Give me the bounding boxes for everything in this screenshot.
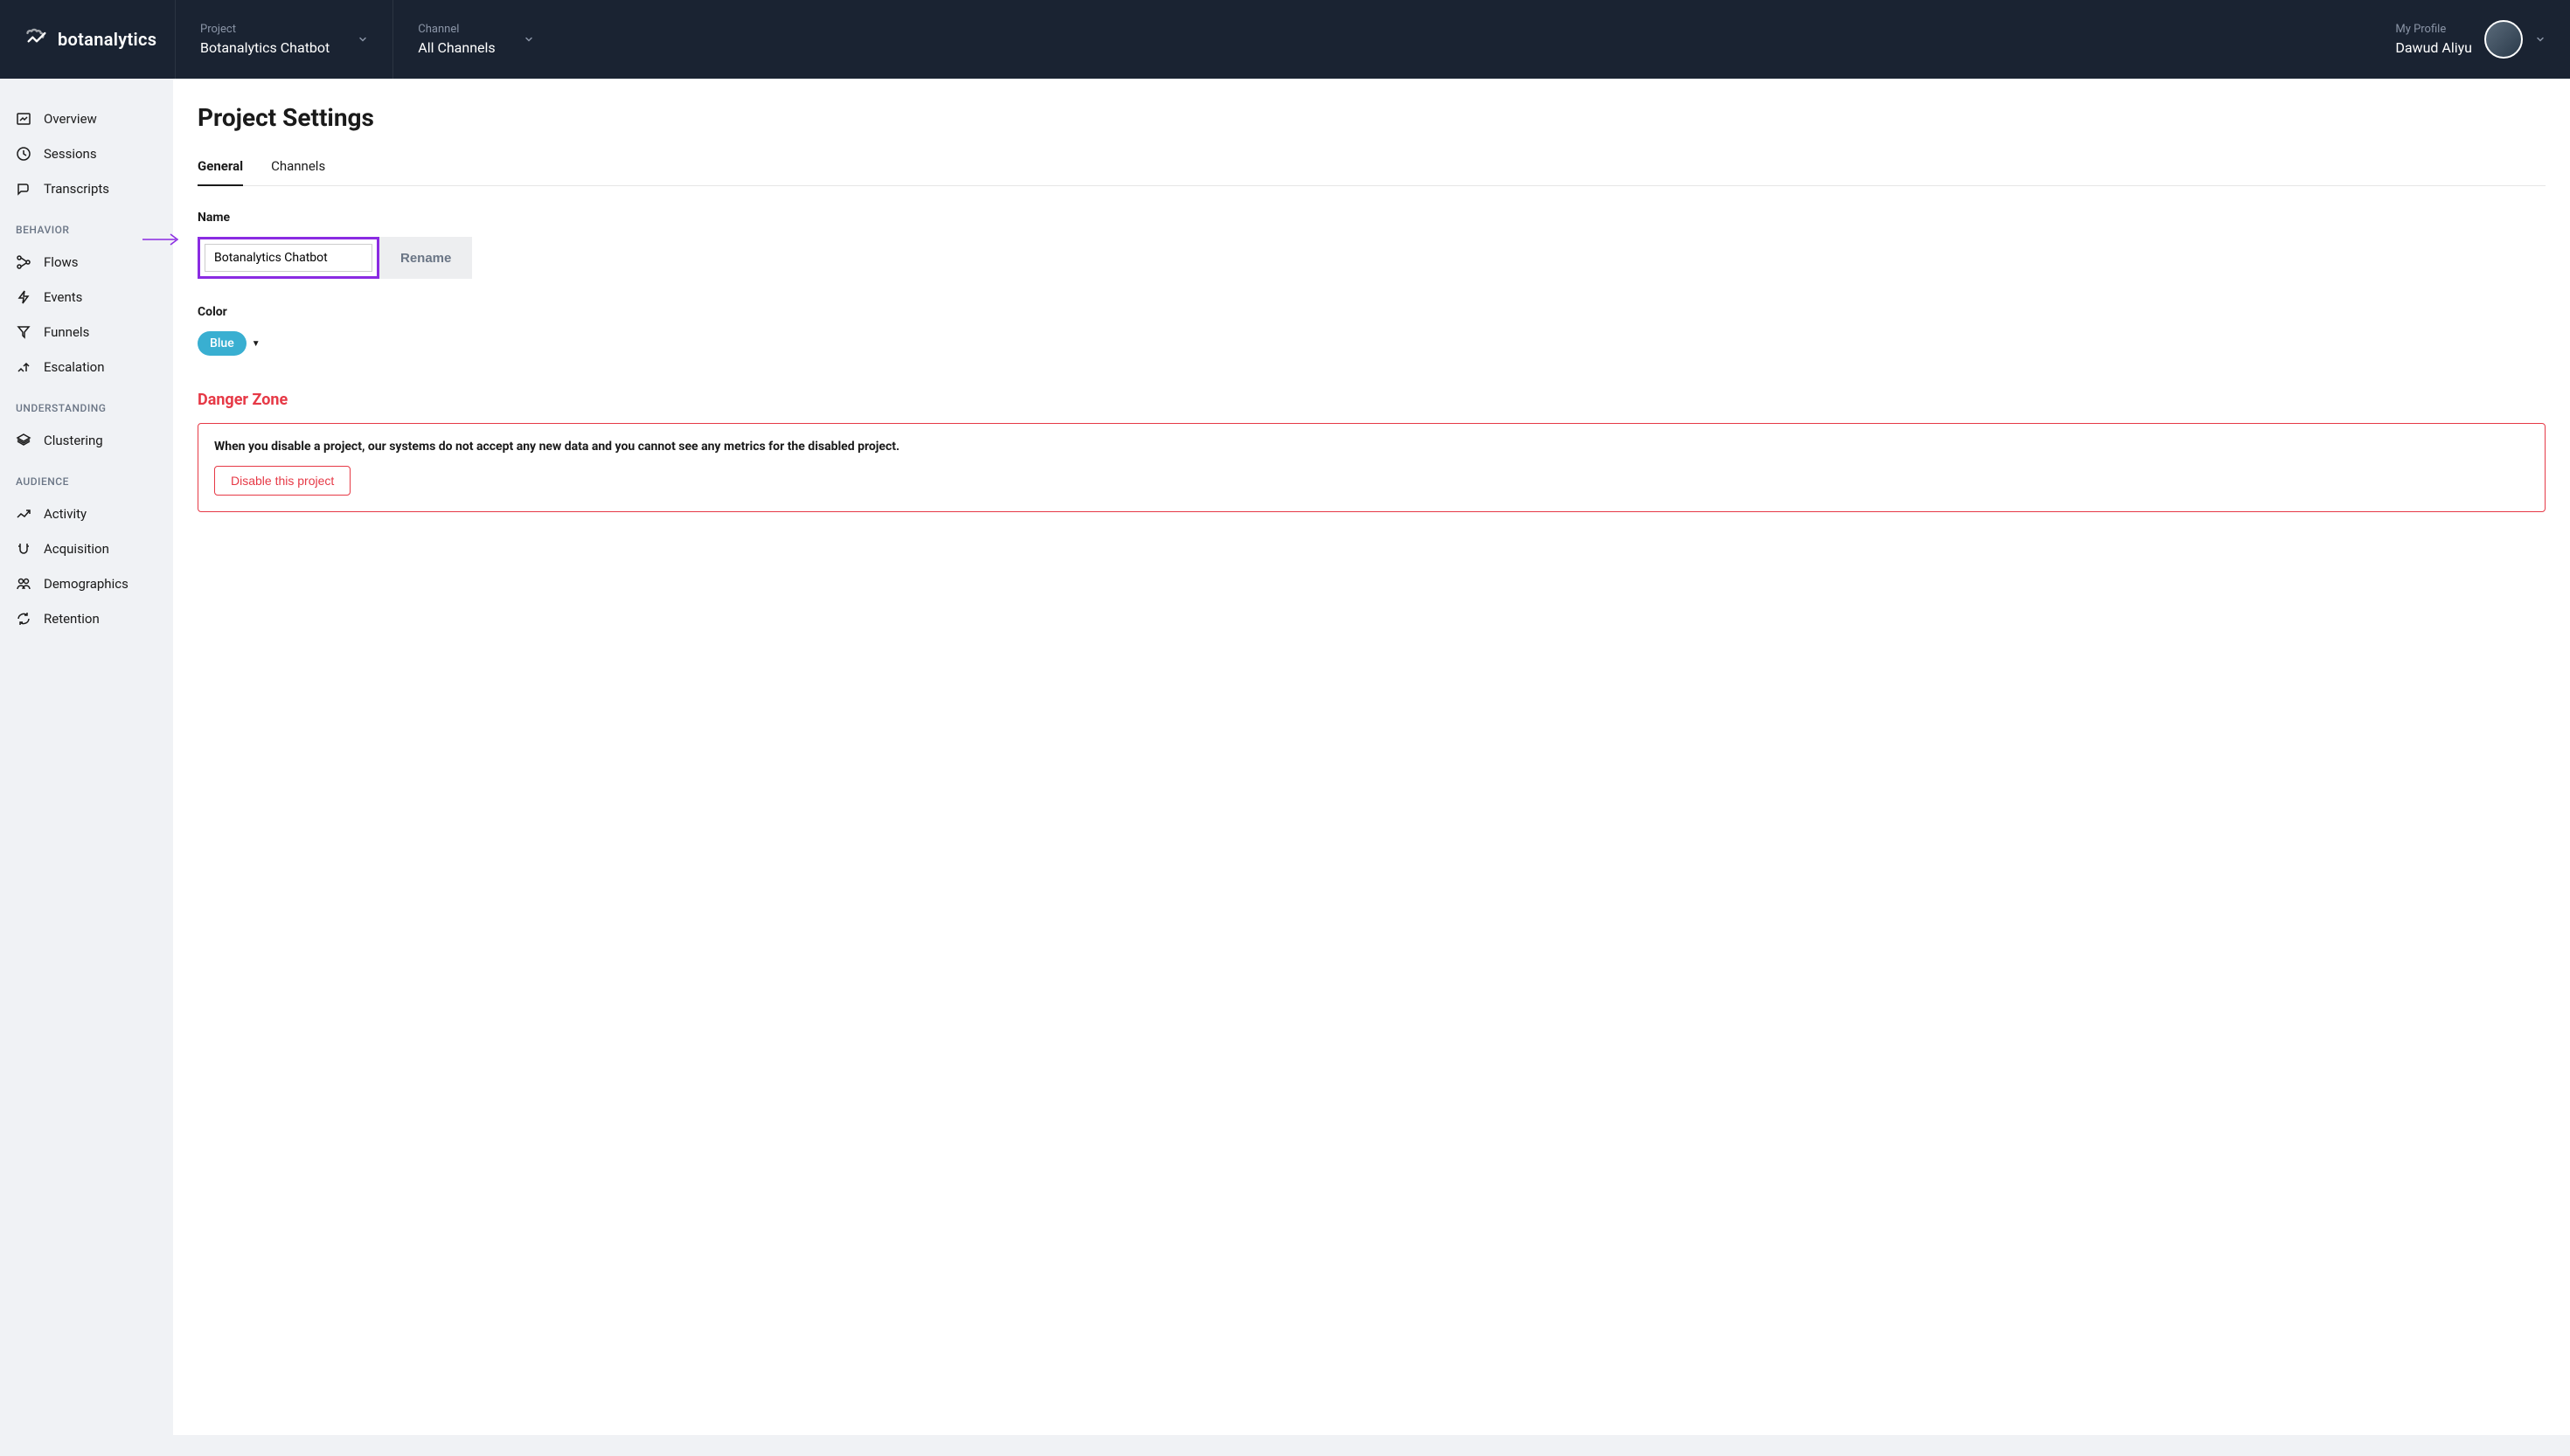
project-label: Project <box>200 23 330 36</box>
channel-dropdown[interactable]: Channel All Channels <box>393 0 558 79</box>
topbar: botanalytics Project Botanalytics Chatbo… <box>0 0 2570 79</box>
refresh-icon <box>16 611 31 627</box>
danger-zone-box: When you disable a project, our systems … <box>198 423 2546 512</box>
danger-text: When you disable a project, our systems … <box>214 440 2529 454</box>
escalation-icon <box>16 359 31 375</box>
sidebar-item-label: Escalation <box>44 359 104 375</box>
profile-label: My Profile <box>2395 23 2472 36</box>
sidebar-item-flows[interactable]: Flows <box>0 245 173 280</box>
sidebar-item-label: Events <box>44 289 82 305</box>
sidebar-item-label: Retention <box>44 611 100 627</box>
color-dropdown[interactable]: Blue ▼ <box>198 331 260 356</box>
funnel-icon <box>16 324 31 340</box>
project-dropdown[interactable]: Project Botanalytics Chatbot <box>176 0 392 79</box>
chevron-down-icon <box>524 34 534 45</box>
sidebar-item-acquisition[interactable]: Acquisition <box>0 531 173 566</box>
profile-dropdown[interactable]: My Profile Dawud Aliyu <box>2395 20 2546 59</box>
sidebar-item-label: Demographics <box>44 576 128 592</box>
color-pill: Blue <box>198 331 247 356</box>
channel-label: Channel <box>418 23 495 36</box>
avatar <box>2484 20 2523 59</box>
clock-icon <box>16 146 31 162</box>
sidebar: Overview Sessions Transcripts BEHAVIOR F <box>0 79 173 1456</box>
sidebar-item-transcripts[interactable]: Transcripts <box>0 171 173 206</box>
disable-project-button[interactable]: Disable this project <box>214 466 351 496</box>
magnet-icon <box>16 541 31 557</box>
chat-icon <box>16 181 31 197</box>
sidebar-item-funnels[interactable]: Funnels <box>0 315 173 350</box>
sidebar-item-label: Funnels <box>44 324 89 340</box>
sidebar-item-demographics[interactable]: Demographics <box>0 566 173 601</box>
color-label: Color <box>198 305 2546 319</box>
flows-icon <box>16 254 31 270</box>
sidebar-item-label: Overview <box>44 111 97 127</box>
project-name-input[interactable] <box>205 244 372 272</box>
chevron-down-icon <box>358 34 368 45</box>
sidebar-item-label: Acquisition <box>44 541 109 557</box>
tabs: General Channels <box>198 158 2546 186</box>
page-title: Project Settings <box>198 103 2546 132</box>
channel-value: All Channels <box>418 39 495 56</box>
sidebar-heading-understanding: UNDERSTANDING <box>0 385 173 423</box>
main-content: Project Settings General Channels Name R… <box>173 79 2570 1435</box>
sidebar-heading-audience: AUDIENCE <box>0 458 173 496</box>
sidebar-item-escalation[interactable]: Escalation <box>0 350 173 385</box>
project-value: Botanalytics Chatbot <box>200 39 330 56</box>
layers-icon <box>16 433 31 448</box>
sidebar-item-label: Transcripts <box>44 181 109 197</box>
sidebar-item-label: Activity <box>44 506 87 522</box>
annotation-arrow-icon <box>142 231 181 248</box>
sidebar-item-clustering[interactable]: Clustering <box>0 423 173 458</box>
danger-zone-title: Danger Zone <box>198 391 2546 409</box>
overview-icon <box>16 111 31 127</box>
sidebar-item-label: Clustering <box>44 433 103 448</box>
chevron-down-icon <box>2535 34 2546 45</box>
sidebar-item-label: Sessions <box>44 146 97 162</box>
users-icon <box>16 576 31 592</box>
profile-name: Dawud Aliyu <box>2395 39 2472 56</box>
rename-button[interactable]: Rename <box>379 237 472 279</box>
tab-general[interactable]: General <box>198 158 243 186</box>
brand-logo[interactable]: botanalytics <box>24 27 175 52</box>
sidebar-item-label: Flows <box>44 254 79 270</box>
caret-down-icon: ▼ <box>252 339 260 349</box>
sidebar-item-retention[interactable]: Retention <box>0 601 173 636</box>
sidebar-item-events[interactable]: Events <box>0 280 173 315</box>
name-label: Name <box>198 211 2546 225</box>
brand-text: botanalytics <box>58 29 156 50</box>
trend-icon <box>16 506 31 522</box>
sidebar-item-overview[interactable]: Overview <box>0 101 173 136</box>
name-input-highlight <box>198 237 379 279</box>
bolt-icon <box>16 289 31 305</box>
brand-icon <box>24 27 49 52</box>
sidebar-item-activity[interactable]: Activity <box>0 496 173 531</box>
tab-channels[interactable]: Channels <box>271 158 325 186</box>
sidebar-item-sessions[interactable]: Sessions <box>0 136 173 171</box>
